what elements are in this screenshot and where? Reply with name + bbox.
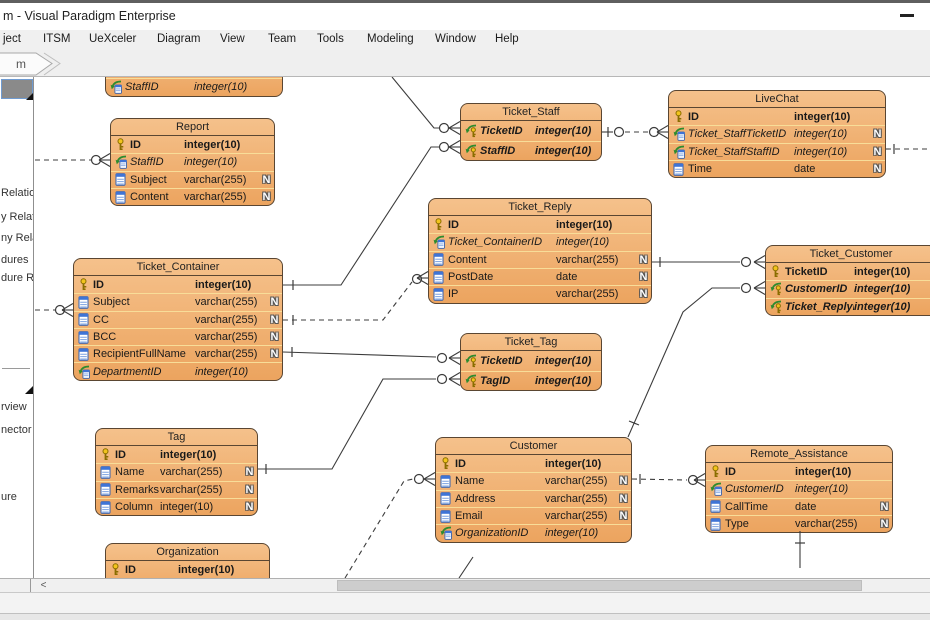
status-bar-lower-strip <box>0 613 930 620</box>
status-bar <box>0 592 930 620</box>
selected-tool[interactable] <box>1 79 33 99</box>
zero-circle-marker <box>440 124 449 133</box>
palette-divider <box>2 368 30 369</box>
crowfoot-marker <box>754 256 765 263</box>
zero-circle-marker <box>742 258 751 267</box>
menu-item-itsm[interactable]: ITSM <box>43 33 70 45</box>
scroll-left-arrow-icon[interactable]: < <box>36 580 51 592</box>
diagram-tab-shape[interactable]: m <box>0 50 80 76</box>
crowfoot-marker <box>449 352 460 359</box>
crowfoot-marker <box>657 132 668 139</box>
title-bar: m - Visual Paradigm Enterprise <box>0 3 930 30</box>
menu-bar: ject ITSM UeXceler Diagram View Team Tools Mode… <box>0 30 930 50</box>
diagram-canvas[interactable]: StaffIDinteger(10)ReportIDinteger(10)Sta… <box>35 77 930 578</box>
window-title: m - Visual Paradigm Enterprise <box>3 9 176 23</box>
menu-item-uexceler[interactable]: UeXceler <box>89 33 136 45</box>
crowfoot-marker <box>754 282 765 289</box>
menu-item-view[interactable]: View <box>220 33 245 45</box>
crowfoot-marker <box>424 473 435 480</box>
connector-tag-tickettag[interactable] <box>258 373 460 475</box>
crowfoot-marker <box>449 141 460 148</box>
crowfoot-marker <box>449 128 460 135</box>
connector-organization-customer[interactable] <box>345 473 435 579</box>
palette-item[interactable]: dures <box>1 254 33 266</box>
crowfoot-marker <box>449 358 460 365</box>
tool-palette: Relatio y Relati ny Relal dures dure R rview n… <box>0 77 34 578</box>
scrollbar-corner <box>30 579 31 592</box>
palette-item[interactable]: rview <box>1 401 33 413</box>
connector-staff-ticketstaff[interactable] <box>392 77 460 135</box>
connector-customer-ticketcustomer[interactable] <box>628 282 765 438</box>
connector-livechat-right[interactable] <box>886 144 930 154</box>
connector-remoteassist-down[interactable] <box>795 531 805 568</box>
palette-item[interactable]: ure <box>1 491 33 503</box>
menu-item-ject[interactable]: ject <box>3 33 21 45</box>
connector-line-fragment[interactable] <box>459 557 473 578</box>
tool-corner-triangle-icon <box>26 92 34 100</box>
connector-ticketstaff-livechat-b[interactable] <box>625 126 668 139</box>
palette-expander-icon[interactable] <box>25 386 33 394</box>
palette-item[interactable]: Relatio <box>1 187 33 199</box>
menu-item-diagram[interactable]: Diagram <box>157 33 200 45</box>
zero-circle-marker <box>742 284 751 293</box>
menu-item-help[interactable]: Help <box>495 33 519 45</box>
crowfoot-marker <box>449 122 460 129</box>
connector-container-tickettag[interactable] <box>283 347 460 365</box>
crowfoot-marker <box>449 147 460 154</box>
connector-reply-ticketcustomer[interactable] <box>652 256 765 269</box>
zero-circle-marker <box>438 354 447 363</box>
minimize-icon[interactable] <box>900 14 914 17</box>
crowfoot-marker <box>99 154 110 161</box>
connector-container-ticketstaff[interactable] <box>283 141 460 291</box>
connector-customer-remoteassist[interactable] <box>632 474 705 487</box>
menu-item-team[interactable]: Team <box>268 33 296 45</box>
breadcrumb: m <box>0 50 930 77</box>
zero-circle-marker <box>438 375 447 384</box>
horizontal-scrollbar[interactable]: < <box>0 578 930 592</box>
diagram-tab-label: m <box>16 57 26 71</box>
zero-circle-marker <box>615 128 624 137</box>
connector-container-ticketreply[interactable] <box>283 272 428 326</box>
palette-item[interactable]: ny Relal <box>1 232 33 244</box>
connector-container-cc-left[interactable] <box>35 304 73 317</box>
visual-paradigm-window: m - Visual Paradigm Enterprise ject ITSM U… <box>0 0 930 620</box>
menu-item-modeling[interactable]: Modeling <box>367 33 414 45</box>
zero-circle-marker <box>440 143 449 152</box>
crowfoot-marker <box>449 379 460 386</box>
palette-item[interactable]: dure R <box>1 272 33 284</box>
connector-layer <box>35 77 930 578</box>
crowfoot-marker <box>424 479 435 486</box>
crowfoot-marker <box>99 160 110 167</box>
connector-ticketstaff-livechat-a[interactable] <box>602 127 624 137</box>
crowfoot-marker <box>754 262 765 269</box>
menu-item-tools[interactable]: Tools <box>317 33 344 45</box>
crowfoot-marker <box>657 126 668 133</box>
palette-item[interactable]: nector <box>1 424 33 436</box>
crowfoot-marker <box>449 373 460 380</box>
scrollbar-thumb[interactable] <box>337 580 862 591</box>
connector-report-left[interactable] <box>35 154 110 167</box>
menu-item-window[interactable]: Window <box>435 33 476 45</box>
zero-circle-marker <box>415 475 424 484</box>
palette-item[interactable]: y Relati <box>1 211 33 223</box>
crowfoot-marker <box>754 288 765 295</box>
